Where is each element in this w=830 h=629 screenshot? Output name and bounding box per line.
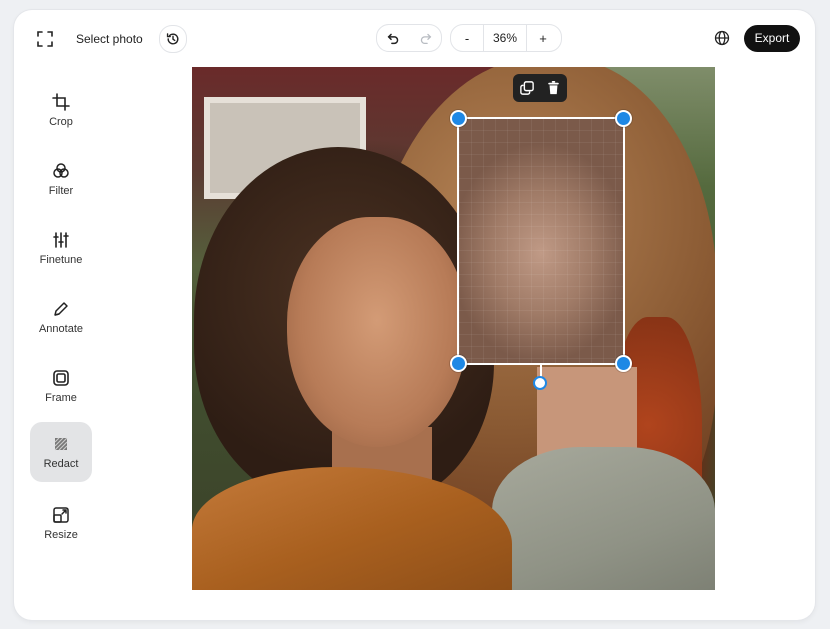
zoom-controls: - 36% + [450, 24, 562, 52]
pencil-icon [52, 300, 70, 318]
redo-icon[interactable] [409, 25, 441, 51]
duplicate-icon[interactable] [516, 77, 538, 99]
resize-handle-bottom-right[interactable] [615, 355, 632, 372]
tool-redact[interactable]: Redact [30, 422, 92, 482]
editor-window: Select photo - 36% + Export Crop Filter … [14, 10, 815, 620]
tool-label: Redact [43, 457, 79, 470]
resize-icon [52, 506, 70, 524]
zoom-out-button[interactable]: - [451, 25, 483, 51]
tool-filter[interactable]: Filter [30, 149, 92, 209]
subject-right-shirt [492, 447, 715, 590]
tool-label: Annotate [38, 322, 84, 335]
select-photo-button[interactable]: Select photo [76, 32, 143, 46]
undo-redo-group [376, 24, 442, 52]
tool-crop[interactable]: Crop [30, 80, 92, 140]
resize-handle-bottom-left[interactable] [450, 355, 467, 372]
crop-icon [52, 92, 70, 111]
resize-handle-top-left[interactable] [450, 110, 467, 127]
trash-icon[interactable] [543, 77, 565, 99]
tool-label: Finetune [39, 253, 83, 266]
tool-finetune[interactable]: Finetune [30, 218, 92, 278]
tool-label: Resize [44, 528, 78, 541]
undo-icon[interactable] [377, 25, 409, 51]
history-icon[interactable] [159, 25, 187, 53]
rotate-handle[interactable] [533, 376, 547, 390]
tool-frame[interactable]: Frame [30, 356, 92, 416]
fullscreen-icon[interactable] [34, 28, 56, 50]
tool-annotate[interactable]: Annotate [30, 287, 92, 347]
zoom-in-button[interactable]: + [527, 25, 559, 51]
subject-left-face [287, 217, 467, 447]
redact-icon [52, 435, 70, 453]
photo-canvas[interactable] [192, 67, 715, 590]
redaction-toolbar [513, 74, 567, 102]
redaction-region[interactable] [450, 110, 632, 390]
tool-resize[interactable]: Resize [30, 493, 92, 553]
export-button[interactable]: Export [744, 25, 800, 52]
resize-handle-top-right[interactable] [615, 110, 632, 127]
tool-label: Crop [49, 115, 73, 128]
tool-label: Filter [48, 184, 74, 197]
frame-icon [52, 369, 70, 387]
globe-icon[interactable] [711, 27, 733, 49]
filter-icon [52, 162, 70, 180]
sliders-icon [52, 231, 70, 249]
tool-label: Frame [45, 391, 77, 404]
zoom-level[interactable]: 36% [483, 25, 527, 51]
